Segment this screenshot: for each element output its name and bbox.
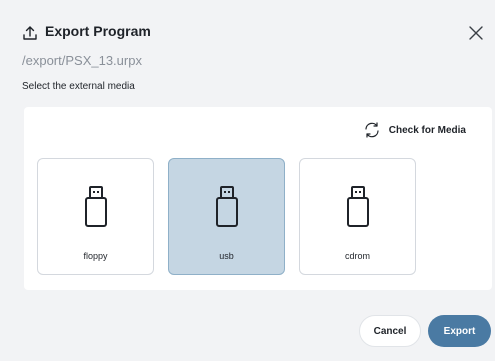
refresh-icon [365, 122, 379, 138]
media-tile-floppy[interactable]: floppy [37, 158, 154, 275]
media-label: usb [219, 251, 234, 261]
media-panel: Check for Media floppy usb cdrom [24, 107, 492, 290]
cancel-button[interactable]: Cancel [359, 315, 421, 347]
instruction-text: Select the external media [22, 81, 135, 92]
close-icon[interactable] [469, 26, 483, 40]
media-tile-cdrom[interactable]: cdrom [299, 158, 416, 275]
usb-drive-icon [216, 186, 238, 227]
program-path: /export/PSX_13.urpx [22, 53, 142, 68]
dialog-title: Export Program [45, 23, 151, 39]
usb-drive-icon [347, 186, 369, 227]
check-for-media-button[interactable]: Check for Media [363, 121, 466, 139]
usb-drive-icon [85, 186, 107, 227]
media-label: floppy [83, 251, 108, 261]
media-label: cdrom [344, 251, 370, 261]
check-for-media-label: Check for Media [388, 124, 466, 136]
media-tile-usb[interactable]: usb [168, 158, 285, 275]
export-button[interactable]: Export [428, 315, 491, 347]
export-icon [23, 26, 37, 40]
